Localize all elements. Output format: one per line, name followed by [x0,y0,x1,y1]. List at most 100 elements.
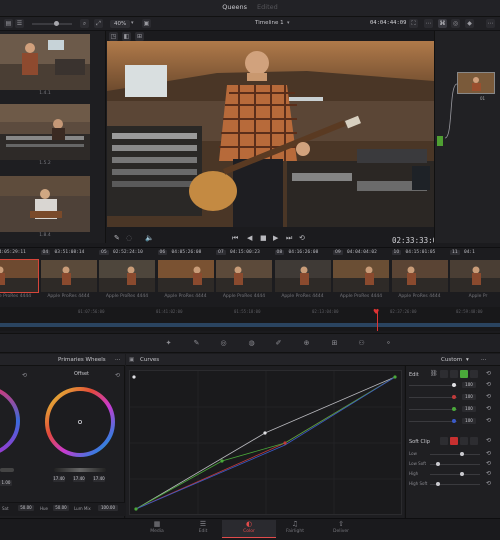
playhead-marker-icon[interactable]: ♥ [373,308,379,316]
key-icon[interactable]: ⚬ [384,339,393,348]
curves-mode-icon[interactable]: ▣ [129,354,134,366]
edit-channel-value[interactable]: 100 [462,418,476,424]
play-reverse-icon[interactable]: ◀ [247,234,252,242]
hdr-icon[interactable]: ◍ [247,339,256,348]
timeline-name[interactable]: Timeline 1 [255,20,284,26]
lum-mix-value[interactable]: 100.00 [98,505,118,511]
curves-mode-chevron-icon[interactable]: ▾ [466,354,469,366]
edit-channel-value[interactable]: 100 [462,394,476,400]
soft-clip-reset-icon[interactable]: ⟲ [486,480,491,487]
edit-channel-slider[interactable] [409,397,457,398]
gallery-still[interactable] [0,176,90,232]
sat-value[interactable]: 50.00 [18,505,34,511]
corrector-node[interactable] [457,72,495,94]
camera-raw-icon[interactable]: ✦ [164,339,173,348]
g-channel-toggle[interactable] [460,370,468,378]
offset-green-value[interactable]: 17.40 [73,476,85,482]
fullscreen-icon[interactable]: ⛶ [409,19,418,28]
gallery-still[interactable] [0,104,90,160]
list-view-icon[interactable]: ☰ [15,19,24,28]
edit-channel-slider[interactable] [409,385,457,386]
clip-thumbnail[interactable]: 08 04:16:26:08 Apple ProRes 4444 [273,248,331,308]
panel-options-icon[interactable]: ⋯ [486,19,495,28]
nodes-icon[interactable]: ⌘ [438,19,447,28]
page-tab-deliver[interactable]: ⇧ Deliver [314,520,368,538]
b-channel-toggle[interactable] [470,370,478,378]
edit-channel-knob[interactable] [452,407,456,411]
soft-clip-reset-icon[interactable]: ⟲ [486,460,491,467]
curves-title[interactable]: Curves [140,354,159,366]
edit-channel-reset-icon[interactable]: ⟲ [486,417,491,424]
lightbox-icon[interactable]: ◎ [451,19,460,28]
qualifier-icon[interactable]: ✐ [274,339,283,348]
go-to-end-icon[interactable]: ⏭ [286,234,292,243]
overlay-icon[interactable]: ◌ [126,234,132,242]
edit-channel-value[interactable]: 100 [462,406,476,412]
edit-channel-knob[interactable] [452,395,456,399]
reset-soft-clip-icon[interactable]: ⟲ [486,437,491,444]
edit-channel-slider[interactable] [409,409,457,410]
loop-icon[interactable]: ⟲ [299,234,305,242]
color-picker-icon[interactable]: ✎ [114,234,120,242]
hue-value[interactable]: 50.00 [53,505,69,511]
reset-offset-icon[interactable]: ⟲ [115,372,120,379]
soft-clip-knob[interactable] [460,452,464,456]
gain-value[interactable]: 1.00 [0,480,12,486]
tracker-icon[interactable]: ⊞ [330,339,339,348]
y-channel-toggle[interactable] [440,370,448,378]
clip-thumbnail[interactable]: 06 04:05:26:08 Apple ProRes 4444 [156,248,214,308]
edit-channel-knob[interactable] [452,419,456,423]
keyframes-icon[interactable]: ◆ [465,19,474,28]
thumbnail-size-slider[interactable] [32,21,72,26]
viewer-mode-icon[interactable]: ◳ [109,32,118,41]
window-icon[interactable]: ⊕ [302,339,311,348]
video-track[interactable] [0,323,500,327]
slider-knob[interactable] [54,21,59,26]
gain-master-slider[interactable] [0,468,14,472]
search-icon[interactable]: ⌕ [80,19,89,28]
soft-clip-slider[interactable] [430,454,480,455]
reset-edit-icon[interactable]: ⟲ [486,370,491,377]
clip-thumbnail[interactable]: 04 03:51:08:14 Apple ProRes 4444 [39,248,97,308]
primaries-icon[interactable]: ◎ [219,339,228,348]
edit-channel-slider[interactable] [409,421,457,422]
soft-clip-knob[interactable] [460,472,464,476]
gain-color-wheel[interactable] [0,383,22,459]
edit-channel-reset-icon[interactable]: ⟲ [486,381,491,388]
clip-thumbnail[interactable]: 10 04:15:01:05 Apple ProRes 4444 [390,248,448,308]
curves-options-icon[interactable]: ⋯ [481,354,487,366]
color-match-icon[interactable]: ✎ [192,339,201,348]
soft-clip-g-toggle[interactable] [460,437,468,445]
reset-wheel-icon[interactable]: ⟲ [22,372,27,379]
more-options-icon[interactable]: ⋯ [424,19,433,28]
soft-clip-b-toggle[interactable] [470,437,478,445]
primaries-title[interactable]: Primaries Wheels [58,354,106,366]
stop-icon[interactable]: ■ [260,234,267,242]
video-viewer[interactable] [107,41,434,227]
soft-clip-reset-icon[interactable]: ⟲ [486,470,491,477]
clip-thumbnail[interactable]: 11 04:1 Apple Pr [448,248,500,308]
gallery-view-icon[interactable]: ▤ [4,19,13,28]
soft-clip-r-toggle[interactable] [450,437,458,445]
curves-mode-select[interactable]: Custom [441,354,462,366]
clip-thumbnail[interactable]: 07 04:15:00:23 Apple ProRes 4444 [214,248,272,308]
offset-blue-value[interactable]: 17.40 [93,476,105,482]
soft-clip-knob[interactable] [436,482,440,486]
offset-master-slider[interactable] [54,468,106,472]
curve-graph[interactable] [129,370,402,515]
soft-clip-reset-icon[interactable]: ⟲ [486,450,491,457]
edit-channel-value[interactable]: 100 [462,382,476,388]
clip-thumbnail[interactable]: 0304:05:29:11 Apple ProRes 4444 [0,248,39,308]
audio-icon[interactable]: 🔈 [145,234,154,242]
soft-clip-link[interactable] [440,437,448,445]
edit-channel-knob[interactable] [452,383,456,387]
chevron-down-icon[interactable]: ▾ [131,20,134,26]
soft-clip-knob[interactable] [436,462,440,466]
soft-clip-slider[interactable] [430,474,480,475]
link-icon[interactable]: ⛓ [430,370,438,377]
gallery-still[interactable] [0,34,90,90]
timeline-chevron-icon[interactable]: ▾ [287,20,290,26]
offset-red-value[interactable]: 17.40 [53,476,65,482]
expand-icon[interactable]: ⤢ [94,19,103,28]
r-channel-toggle[interactable] [450,370,458,378]
